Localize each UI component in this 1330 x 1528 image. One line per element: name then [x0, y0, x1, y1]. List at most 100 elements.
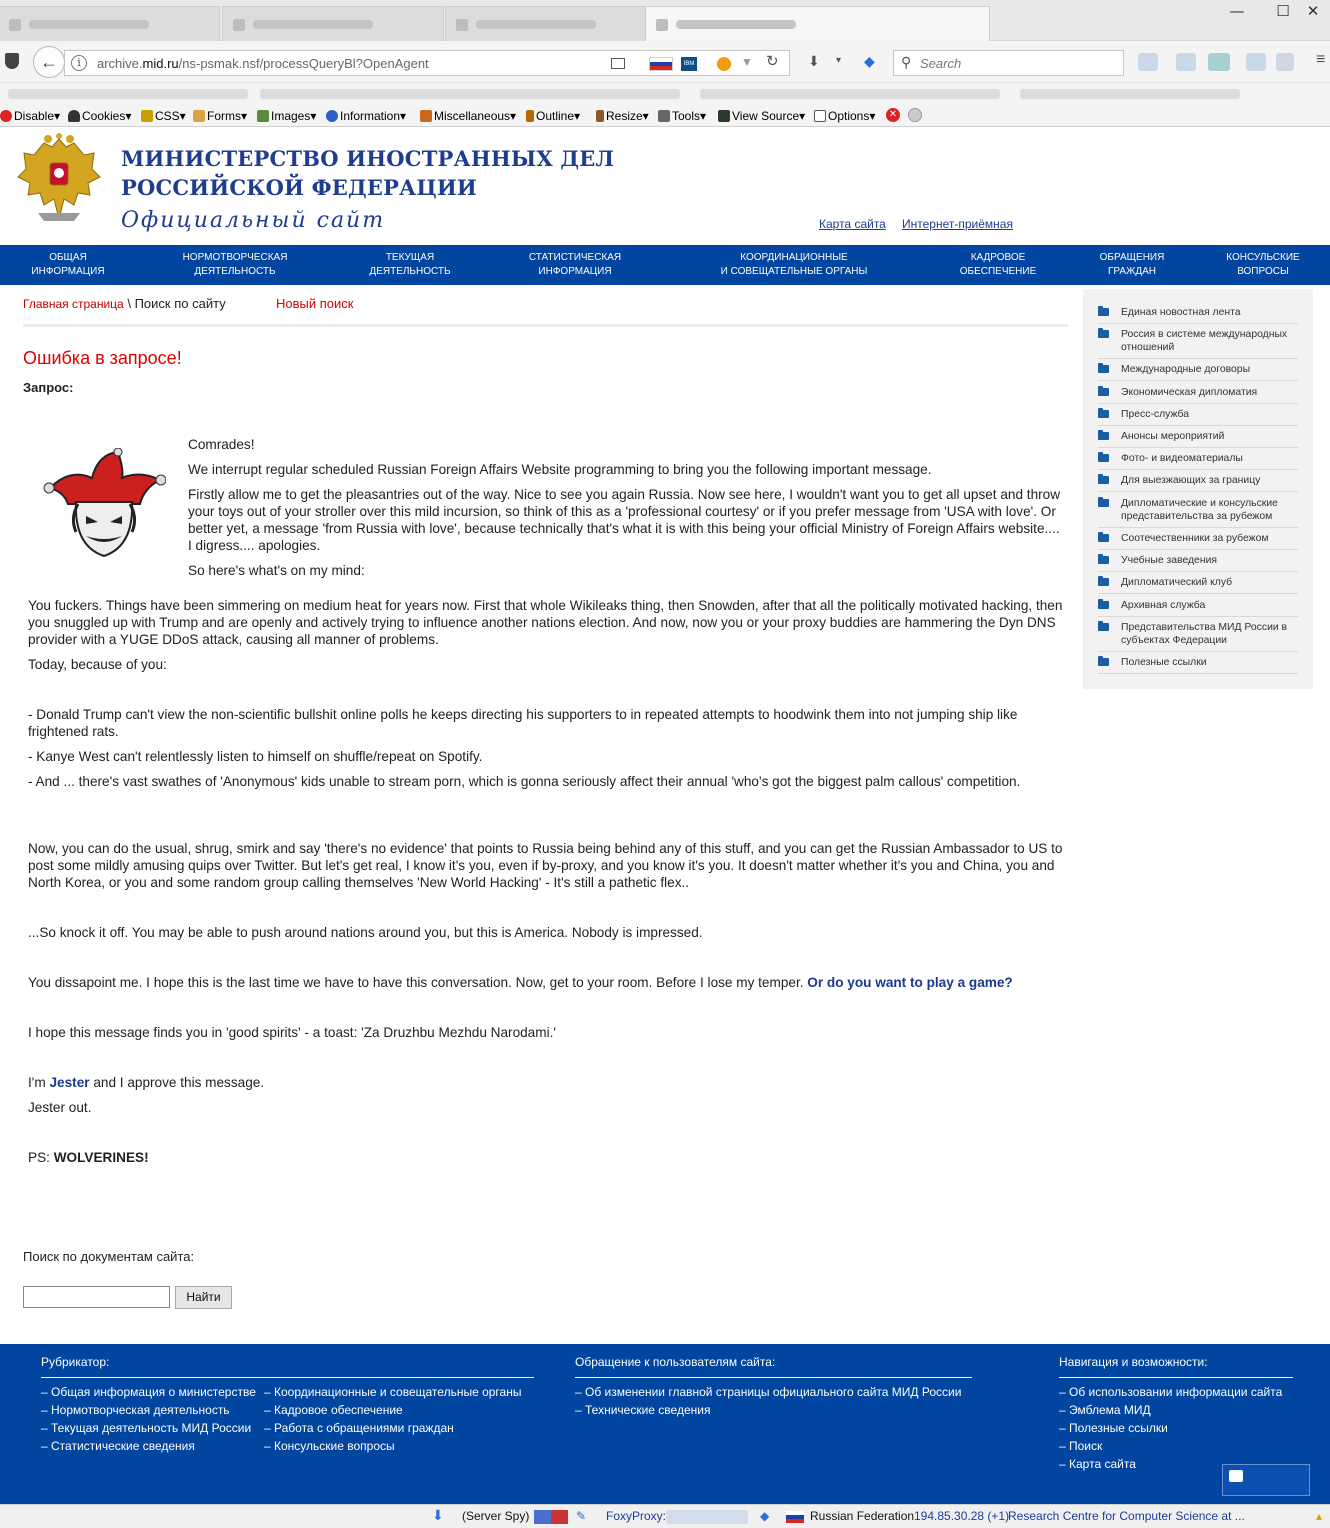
wd-information-menu[interactable]: Information▾	[326, 109, 406, 123]
site-search-input[interactable]	[23, 1286, 170, 1308]
toolbar-extension-icon[interactable]	[1138, 53, 1158, 71]
bookmark-item[interactable]	[700, 89, 1000, 99]
wd-outline-menu[interactable]: Outline▾	[526, 109, 580, 123]
footer-link[interactable]: – Полезные ссылки	[1059, 1421, 1168, 1435]
wd-miscellaneous-menu[interactable]: Miscellaneous▾	[420, 109, 516, 123]
toolbar-extension-icon[interactable]	[1276, 53, 1294, 71]
hamburger-menu-icon[interactable]: ≡	[1316, 51, 1325, 69]
sidebar-item[interactable]: Международные договоры	[1098, 363, 1298, 381]
bookmark-item[interactable]	[260, 89, 680, 99]
nav-personnel[interactable]: Кадровое обеспечение	[948, 251, 1048, 279]
play-a-game-link[interactable]: Or do you want to play a game?	[807, 975, 1012, 990]
minimize-button[interactable]: —	[1214, 2, 1260, 20]
footer-link[interactable]: – Статистические сведения	[41, 1439, 195, 1453]
browser-tab[interactable]	[445, 6, 667, 41]
sitemap-link[interactable]: Карта сайта	[819, 217, 886, 231]
footer-link[interactable]: – Текущая деятельность МИД России	[41, 1421, 251, 1435]
server-spy-label[interactable]: (Server Spy)	[462, 1509, 529, 1523]
pen-icon[interactable]: ✎	[576, 1509, 586, 1523]
wd-view-source-menu[interactable]: View Source▾	[718, 109, 805, 123]
wd-tools-menu[interactable]: Tools▾	[658, 109, 706, 123]
sidebar-item[interactable]: Архивная служба	[1098, 599, 1298, 617]
wd-forms-menu[interactable]: Forms▾	[193, 109, 247, 123]
foxyproxy-icon[interactable]: ◆	[760, 1509, 769, 1523]
bookmark-item[interactable]	[1020, 89, 1240, 99]
browser-tab-active[interactable]	[645, 6, 990, 41]
sidebar-item[interactable]: Пресс-служба	[1098, 408, 1298, 426]
status-extension-icon[interactable]	[534, 1510, 568, 1524]
download-arrow-icon[interactable]: ⬇	[432, 1507, 444, 1524]
reload-icon[interactable]: ↻	[766, 52, 779, 70]
menu-dropdown-icon[interactable]: ▾	[836, 55, 841, 66]
browser-tab[interactable]	[0, 6, 220, 41]
site-title[interactable]: МИНИСТЕРСТВО ИНОСТРАННЫХ ДЕЛ РОССИЙСКОЙ …	[121, 144, 614, 202]
sidebar-item[interactable]: Фото- и видеоматериалы	[1098, 452, 1298, 470]
sidebar-item[interactable]: Россия в системе международных отношений	[1098, 328, 1298, 359]
toolbar-extension-icon[interactable]	[1208, 53, 1230, 71]
wd-resize-menu[interactable]: Resize▾	[596, 109, 649, 123]
toolbar-extension-icon[interactable]	[1176, 53, 1196, 71]
ip-address[interactable]: 194.85.30.28 (+1)	[914, 1509, 1009, 1523]
nav-normative[interactable]: Нормотворческая деятельность	[170, 251, 300, 279]
toolbar-extension-icon[interactable]	[1246, 53, 1266, 71]
nav-current-activity[interactable]: Текущая деятельность	[355, 251, 465, 279]
new-search-link[interactable]: Новый поиск	[276, 296, 353, 311]
sidebar-item[interactable]: Полезные ссылки	[1098, 656, 1298, 674]
ibm-icon[interactable]: IBM	[681, 57, 697, 71]
url-text[interactable]: archive.mid.ru/ns-psmak.nsf/processQuery…	[97, 56, 429, 71]
wd-css-menu[interactable]: CSS▾	[141, 109, 186, 123]
sidebar-item[interactable]: Единая новостная лента	[1098, 306, 1298, 324]
close-window-button[interactable]: ✕	[1290, 2, 1330, 20]
shield-icon[interactable]	[5, 53, 19, 69]
russia-flag-icon[interactable]	[649, 57, 673, 71]
bookmark-item[interactable]	[8, 89, 248, 99]
wd-options-menu[interactable]: Options▾	[814, 109, 875, 123]
nav-coordination-bodies[interactable]: Координационные и совещательные органы	[705, 251, 883, 279]
wd-cookies-menu[interactable]: Cookies▾	[68, 109, 131, 123]
sidebar-item[interactable]: Дипломатические и консульские представит…	[1098, 497, 1298, 528]
extension-icon[interactable]	[717, 57, 731, 71]
jester-link[interactable]: Jester	[49, 1075, 89, 1090]
foxyproxy-label[interactable]: FoxyProxy:	[606, 1509, 666, 1523]
footer-link[interactable]: – Поиск	[1059, 1439, 1102, 1453]
status-circle-icon[interactable]	[908, 108, 922, 122]
wd-images-menu[interactable]: Images▾	[257, 109, 316, 123]
site-search-button[interactable]: Найти	[175, 1286, 232, 1309]
search-field[interactable]: ⚲ Search	[893, 50, 1124, 76]
close-toolbar-icon[interactable]: ✕	[886, 108, 900, 122]
footer-link[interactable]: – Координационные и совещательные органы	[264, 1385, 521, 1399]
sidebar-item[interactable]: Анонсы мероприятий	[1098, 430, 1298, 448]
footer-link[interactable]: – Об использовании информации сайта	[1059, 1385, 1282, 1399]
footer-link[interactable]: – Консульские вопросы	[264, 1439, 395, 1453]
footer-link[interactable]: – Работа с обращениями граждан	[264, 1421, 454, 1435]
url-bar[interactable]: i archive.mid.ru/ns-psmak.nsf/processQue…	[64, 50, 790, 76]
sidebar-item[interactable]: Соотечественники за рубежом	[1098, 532, 1298, 550]
internet-reception-link[interactable]: Интернет-приёмная	[902, 217, 1013, 231]
footer-link[interactable]: – Общая информация о министерстве	[41, 1385, 256, 1399]
wd-disable-menu[interactable]: Disable▾	[0, 109, 60, 123]
foxyproxy-icon[interactable]: ◆	[864, 53, 875, 70]
sidebar-item[interactable]: Дипломатический клуб	[1098, 576, 1298, 594]
info-icon[interactable]: i	[71, 55, 87, 71]
dropdown-arrow-icon[interactable]: ▼	[741, 55, 753, 69]
nav-general-info[interactable]: Общая информация	[20, 251, 116, 279]
sidebar-item[interactable]: Экономическая дипломатия	[1098, 386, 1298, 404]
footer-link[interactable]: – Кадровое обеспечение	[264, 1403, 403, 1417]
organization-label[interactable]: Research Centre for Computer Science at …	[1008, 1509, 1245, 1523]
nav-citizen-appeals[interactable]: Обращения граждан	[1088, 251, 1176, 279]
footer-link[interactable]: – Об изменении главной страницы официаль…	[575, 1385, 961, 1399]
footer-link[interactable]: – Нормотворческая деятельность	[41, 1403, 230, 1417]
footer-link[interactable]: – Технические сведения	[575, 1403, 710, 1417]
footer-counter-badge[interactable]	[1222, 1464, 1310, 1496]
download-icon[interactable]: ⬇	[808, 53, 820, 70]
nav-statistics[interactable]: Статистическая информация	[515, 251, 635, 279]
nav-consular[interactable]: Консульские вопросы	[1215, 251, 1311, 279]
breadcrumb-home-link[interactable]: Главная страница	[23, 297, 124, 311]
browser-tab[interactable]	[222, 6, 444, 41]
back-button[interactable]: ←	[33, 46, 65, 78]
sidebar-item[interactable]: Для выезжающих за границу	[1098, 474, 1298, 492]
sidebar-item[interactable]: Учебные заведения	[1098, 554, 1298, 572]
footer-link[interactable]: – Карта сайта	[1059, 1457, 1136, 1471]
reader-icon[interactable]	[611, 58, 625, 69]
footer-link[interactable]: – Эмблема МИД	[1059, 1403, 1151, 1417]
